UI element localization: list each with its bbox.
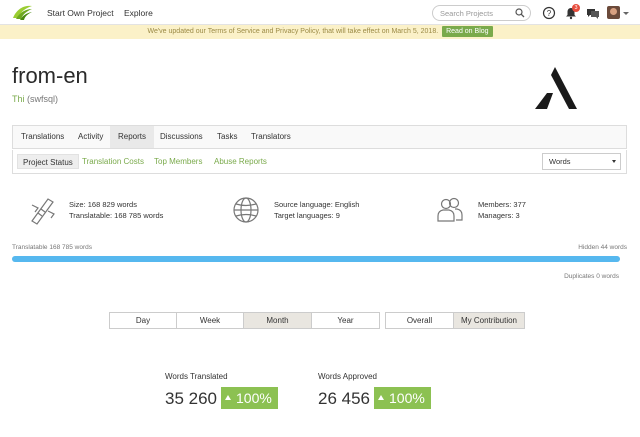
words-approved-change-badge: 100% (374, 387, 431, 409)
chevron-down-icon (612, 160, 616, 163)
words-approved-label: Words Approved (318, 372, 377, 381)
language-stat: Source language: English Target language… (274, 199, 359, 221)
words-translated-value: 35 260 (165, 389, 217, 408)
tab-tasks[interactable]: Tasks (209, 126, 245, 148)
subtab-abuse-reports[interactable]: Abuse Reports (209, 154, 272, 169)
subtab-translation-costs[interactable]: Translation Costs (77, 154, 149, 169)
words-approved-pct: 100% (389, 390, 425, 406)
search-input[interactable] (440, 9, 515, 18)
words-translated-pct: 100% (236, 390, 272, 406)
user-avatar[interactable] (607, 6, 620, 19)
tab-reports[interactable]: Reports (110, 126, 155, 148)
notification-count-badge: 3 (572, 4, 580, 12)
scope-my-contribution-button[interactable]: My Contribution (453, 312, 525, 329)
top-navbar: Start Own Project Explore ? 3 (0, 0, 640, 25)
owner-name-link[interactable]: Thi (12, 94, 25, 104)
search-icon[interactable] (515, 8, 525, 18)
hidden-label: Hidden 44 words (578, 244, 627, 251)
subtab-top-members[interactable]: Top Members (149, 154, 207, 169)
subtab-project-status[interactable]: Project Status (17, 154, 79, 169)
owner-login: (swfsql) (27, 94, 59, 104)
chevron-down-icon[interactable] (623, 12, 629, 15)
progress-bar (12, 256, 620, 262)
svg-text:?: ? (547, 9, 552, 18)
tab-translators[interactable]: Translators (243, 126, 299, 148)
project-tabs: Translations Activity Reports Discussion… (12, 125, 627, 149)
report-subtabs: Project Status Translation Costs Top Mem… (12, 150, 627, 174)
search-box[interactable] (432, 5, 531, 21)
translatable-words: Translatable: 168 785 words (69, 211, 164, 220)
notice-text: We've updated our Terms of Service and P… (147, 28, 439, 35)
messages-icon[interactable] (586, 6, 600, 20)
source-language: Source language: English (274, 200, 360, 209)
tab-translations[interactable]: Translations (13, 126, 72, 148)
period-month-button[interactable]: Month (243, 312, 312, 329)
crowdin-logo-icon[interactable] (11, 4, 33, 21)
size-words: Size: 168 829 words (69, 200, 137, 209)
members-icon (437, 197, 463, 222)
project-owner: Thi (swfsql) (12, 94, 58, 104)
period-year-button[interactable]: Year (311, 312, 380, 329)
unit-select-value: Words (549, 157, 571, 166)
duplicates-label: Duplicates 0 words (564, 273, 619, 280)
unit-select[interactable]: Words (542, 153, 621, 170)
period-day-button[interactable]: Day (109, 312, 177, 329)
arrow-up-icon (225, 395, 231, 400)
managers-count: Managers: 3 (478, 211, 520, 220)
target-languages: Target languages: 9 (274, 211, 340, 220)
members-count: Members: 377 (478, 200, 526, 209)
translatable-label: Translatable 168 785 words (12, 244, 92, 251)
start-own-project-link[interactable]: Start Own Project (47, 8, 114, 18)
help-icon[interactable]: ? (542, 6, 556, 20)
arrow-up-icon (378, 395, 384, 400)
project-title: from-en (12, 63, 88, 88)
scope-overall-button[interactable]: Overall (385, 312, 454, 329)
read-on-blog-button[interactable]: Read on Blog (442, 26, 493, 37)
policy-notice-banner: We've updated our Terms of Service and P… (0, 25, 640, 39)
members-stat: Members: 377 Managers: 3 (478, 199, 526, 221)
globe-icon (233, 197, 259, 223)
project-logo-icon (535, 67, 577, 109)
explore-link[interactable]: Explore (124, 8, 153, 18)
words-translated-change-badge: 100% (221, 387, 278, 409)
words-approved-value: 26 456 (318, 389, 370, 408)
tab-discussions[interactable]: Discussions (152, 126, 211, 148)
caliper-icon (31, 198, 55, 225)
period-week-button[interactable]: Week (176, 312, 244, 329)
progress-bar-fill (12, 256, 620, 262)
tab-activity[interactable]: Activity (70, 126, 111, 148)
words-translated-label: Words Translated (165, 372, 228, 381)
size-stat: Size: 168 829 words Translatable: 168 78… (69, 199, 163, 221)
